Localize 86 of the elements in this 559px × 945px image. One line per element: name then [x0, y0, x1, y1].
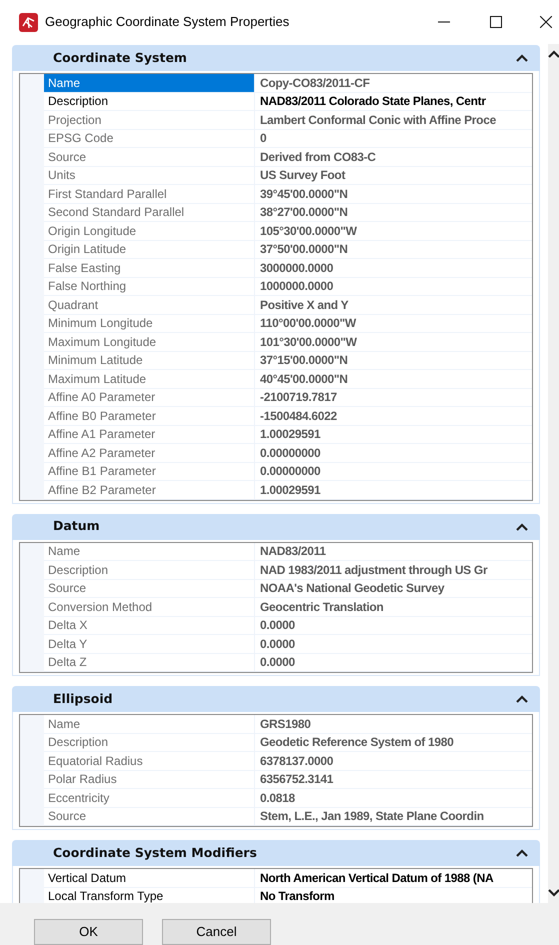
property-label[interactable]: Quadrant: [44, 296, 254, 314]
property-value[interactable]: Geodetic Reference System of 1980: [254, 734, 532, 751]
property-label[interactable]: Affine A1 Parameter: [44, 426, 254, 443]
property-value[interactable]: 0: [254, 130, 532, 147]
property-label[interactable]: Description: [44, 92, 254, 110]
property-value[interactable]: Derived from CO83-C: [254, 148, 532, 166]
property-label[interactable]: Delta Y: [44, 635, 254, 652]
property-label[interactable]: Second Standard Parallel: [44, 204, 254, 221]
property-value[interactable]: 105°30'00.0000"W: [254, 222, 532, 240]
property-value[interactable]: 37°50'00.0000"N: [254, 240, 532, 258]
property-label[interactable]: EPSG Code: [44, 130, 254, 147]
property-label[interactable]: Minimum Latitude: [44, 352, 254, 369]
dialog-button[interactable]: Cancel: [162, 919, 271, 945]
section-title: Coordinate System: [53, 48, 187, 67]
property-value[interactable]: North American Vertical Datum of 1988 (NA: [254, 869, 532, 886]
property-label[interactable]: Source: [44, 580, 254, 597]
property-label[interactable]: Name: [44, 542, 254, 560]
property-value[interactable]: NAD83/2011 Colorado State Planes, Centr: [254, 92, 532, 110]
property-value[interactable]: 3000000.0000: [254, 259, 532, 276]
property-label[interactable]: Eccentricity: [44, 789, 254, 806]
property-label[interactable]: Affine B1 Parameter: [44, 462, 254, 480]
property-value[interactable]: 0.00000000: [254, 462, 532, 480]
property-value[interactable]: 39°45'00.0000"N: [254, 185, 532, 202]
property-value[interactable]: 38°27'00.0000"N: [254, 204, 532, 221]
dialog-button[interactable]: OK: [34, 919, 143, 945]
property-value[interactable]: Copy-CO83/2011-CF: [254, 74, 532, 92]
property-value[interactable]: 0.0000: [254, 616, 532, 634]
property-label[interactable]: Maximum Longitude: [44, 333, 254, 350]
property-label[interactable]: Minimum Longitude: [44, 314, 254, 332]
property-value[interactable]: 0.0000: [254, 635, 532, 652]
property-value[interactable]: 1000000.0000: [254, 278, 532, 295]
property-label[interactable]: Polar Radius: [44, 770, 254, 788]
property-value[interactable]: 0.0818: [254, 789, 532, 806]
property-value[interactable]: Stem, L.E., Jan 1989, State Plane Coordin: [254, 808, 532, 825]
section-title: Datum: [53, 517, 100, 536]
property-value[interactable]: US Survey Foot: [254, 166, 532, 184]
property-label[interactable]: Source: [44, 148, 254, 166]
property-label[interactable]: Affine B2 Parameter: [44, 481, 254, 498]
section-header[interactable]: Coordinate System Modifiers: [12, 840, 540, 866]
property-label[interactable]: Equatorial Radius: [44, 752, 254, 770]
section-title: Ellipsoid: [53, 690, 113, 708]
property-label[interactable]: First Standard Parallel: [44, 185, 254, 202]
property-value[interactable]: -1500484.6022: [254, 407, 532, 424]
property-value[interactable]: GRS1980: [254, 715, 532, 732]
property-label[interactable]: False Northing: [44, 278, 254, 295]
property-value[interactable]: -2100719.7817: [254, 388, 532, 406]
property-label[interactable]: Maximum Latitude: [44, 370, 254, 388]
property-label[interactable]: Description: [44, 561, 254, 578]
property-value[interactable]: NAD 1983/2011 adjustment through US Gr: [254, 561, 532, 578]
property-value[interactable]: Positive X and Y: [254, 296, 532, 314]
property-value[interactable]: 40°45'00.0000"N: [254, 370, 532, 388]
property-value[interactable]: 1.00029591: [254, 426, 532, 443]
property-value[interactable]: 110°00'00.0000"W: [254, 314, 532, 332]
section-header[interactable]: Ellipsoid: [12, 686, 540, 712]
property-value[interactable]: NAD83/2011: [254, 542, 532, 560]
property-label[interactable]: Affine A2 Parameter: [44, 444, 254, 462]
property-label[interactable]: Name: [44, 74, 254, 92]
property-label[interactable]: Affine B0 Parameter: [44, 407, 254, 424]
property-label[interactable]: Affine A0 Parameter: [44, 388, 254, 406]
property-value[interactable]: 6378137.0000: [254, 752, 532, 770]
section-title: Coordinate System Modifiers: [53, 844, 257, 862]
property-value[interactable]: 0.0000: [254, 654, 532, 671]
property-value[interactable]: NOAA's National Geodetic Survey: [254, 580, 532, 597]
property-label[interactable]: Name: [44, 715, 254, 732]
property-label[interactable]: False Easting: [44, 259, 254, 276]
property-label[interactable]: Conversion Method: [44, 598, 254, 616]
property-label[interactable]: Vertical Datum: [44, 869, 254, 886]
property-value[interactable]: 101°30'00.0000"W: [254, 333, 532, 350]
property-label[interactable]: Units: [44, 166, 254, 184]
property-label[interactable]: Source: [44, 808, 254, 825]
property-value[interactable]: 0.00000000: [254, 444, 532, 462]
window-title: Geographic Coordinate System Properties: [45, 13, 290, 32]
property-label[interactable]: Delta X: [44, 616, 254, 634]
property-label[interactable]: Local Transform Type: [44, 888, 254, 903]
property-label[interactable]: Projection: [44, 111, 254, 128]
property-label[interactable]: Origin Latitude: [44, 240, 254, 258]
property-value[interactable]: 6356752.3141: [254, 770, 532, 788]
property-value[interactable]: 37°15'00.0000"N: [254, 352, 532, 369]
property-value[interactable]: 1.00029591: [254, 481, 532, 498]
property-label[interactable]: Description: [44, 734, 254, 751]
property-value[interactable]: Lambert Conformal Conic with Affine Proce: [254, 111, 532, 128]
property-label[interactable]: Origin Longitude: [44, 222, 254, 240]
property-value[interactable]: Geocentric Translation: [254, 598, 532, 616]
property-label[interactable]: Delta Z: [44, 654, 254, 671]
section-header[interactable]: Coordinate System: [12, 45, 540, 71]
section-header[interactable]: Datum: [12, 514, 540, 540]
